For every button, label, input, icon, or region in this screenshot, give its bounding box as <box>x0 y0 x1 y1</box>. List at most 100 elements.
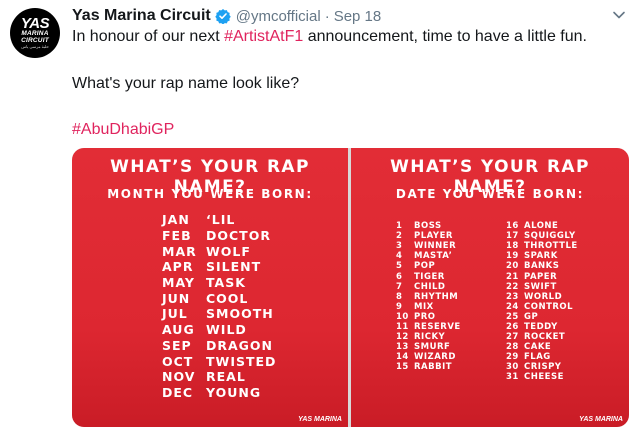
date-row-word: CHEESE <box>524 372 564 383</box>
date-row-word: RABBIT <box>414 362 453 373</box>
date-row-key: 26 <box>506 321 519 332</box>
date-row-key: 8 <box>396 291 403 302</box>
account-handle[interactable]: @ymcofficial <box>236 8 321 25</box>
date-row-word: FLAG <box>524 352 551 363</box>
date-row-key: 1 <box>396 221 403 232</box>
chevron-down-icon[interactable] <box>612 8 626 22</box>
date-row-word: BOSS <box>414 221 442 232</box>
date-row-key: 6 <box>396 271 403 282</box>
date-row-word: CAKE <box>524 342 552 353</box>
date-row-key: 15 <box>396 362 409 373</box>
month-row: APR SILENT <box>162 259 276 275</box>
month-row-word: ‘LIL <box>206 212 236 228</box>
month-row-word: WILD <box>206 322 247 338</box>
date-row-key: 21 <box>506 271 519 282</box>
date-row-key: 3 <box>396 241 403 252</box>
date-row-word: THROTTLE <box>524 241 578 252</box>
date-row-word: RICKY <box>414 332 446 343</box>
date-row: 4 MASTA’ <box>396 251 461 261</box>
date-row-key: 31 <box>506 372 519 383</box>
date-row: 5 POP <box>396 261 461 271</box>
avatar[interactable]: YAS MARINA CIRCUIT حلبة مرسى ياس <box>10 8 60 58</box>
date-row-word: SPARK <box>524 251 558 262</box>
date-row: 31 CHEESE <box>506 372 578 382</box>
date-row: 27 ROCKET <box>506 332 578 342</box>
date-row: 2 PLAYER <box>396 231 461 241</box>
month-row-key: AUG <box>162 322 195 338</box>
media-image-month[interactable]: WHAT’S YOUR RAP NAME? MONTH YOU WERE BOR… <box>72 148 348 427</box>
date-row-word: CONTROL <box>524 301 574 312</box>
date-row: 20 BANKS <box>506 261 578 271</box>
month-row-word: WOLF <box>206 243 251 259</box>
date-row-key: 17 <box>506 231 519 242</box>
date-row-key: 9 <box>396 301 403 312</box>
tweet-media: WHAT’S YOUR RAP NAME? MONTH YOU WERE BOR… <box>72 148 629 427</box>
date-row-word: SWIFT <box>524 281 557 292</box>
month-row: DEC YOUNG <box>162 385 276 401</box>
date-row-key: 28 <box>506 342 519 353</box>
month-row-key: DEC <box>162 384 194 400</box>
date-row-key: 22 <box>506 281 519 292</box>
month-row: JAN ‘LIL <box>162 212 276 228</box>
date-row-word: GP <box>524 311 539 322</box>
tweet-text-line-3: #AbuDhabiGP <box>72 120 174 140</box>
corner-logo: YAS MARINA <box>298 416 342 423</box>
date-row-word: RESERVE <box>414 321 461 332</box>
date-row: 8 RHYTHM <box>396 292 461 302</box>
date-row-word: WINNER <box>414 241 457 252</box>
date-row-word: BANKS <box>524 261 560 272</box>
account-name[interactable]: Yas Marina Circuit <box>72 7 211 25</box>
month-list: JAN ‘LIL FEB DOCTOR MAR WOLF APR SILENT MAY TASK J… <box>162 212 276 400</box>
date-row: 10 PRO <box>396 312 461 322</box>
month-row: FEB DOCTOR <box>162 228 276 244</box>
date-row-key: 30 <box>506 362 519 373</box>
month-row: SEP DRAGON <box>162 338 276 354</box>
separator-dot: · <box>324 7 330 25</box>
month-row-key: NOV <box>162 369 196 385</box>
date-row: 16 ALONE <box>506 221 578 231</box>
date-row: 3 WINNER <box>396 241 461 251</box>
month-row: OCT TWISTED <box>162 353 276 369</box>
month-row-word: REAL <box>206 369 246 385</box>
tweet-text-suffix: announcement, time to have a little fun. <box>303 28 587 45</box>
month-row-key: FEB <box>162 228 192 244</box>
date-row-word: PAPER <box>524 271 558 282</box>
month-row-word: SMOOTH <box>206 306 274 322</box>
tweet-date[interactable]: Sep 18 <box>334 8 382 25</box>
date-panel-subtitle: DATE YOU WERE BORN: <box>395 187 585 201</box>
date-row: 15 RABBIT <box>396 362 461 372</box>
date-row: 1 BOSS <box>396 221 461 231</box>
date-row-key: 18 <box>506 241 519 252</box>
month-row-key: OCT <box>162 353 194 369</box>
tweet-text-line-1: In honour of our next #ArtistAtF1 announ… <box>72 27 587 47</box>
date-row: 17 SQUIGGLY <box>506 231 578 241</box>
date-row-word: MASTA’ <box>414 251 453 262</box>
date-row-key: 29 <box>506 352 519 363</box>
month-panel-subtitle: MONTH YOU WERE BORN: <box>107 187 313 201</box>
date-row-word: CRISPY <box>524 362 562 373</box>
date-row-word: ROCKET <box>524 332 566 343</box>
date-row-word: TEDDY <box>524 321 558 332</box>
date-row-word: WORLD <box>524 291 563 302</box>
date-row-key: 12 <box>396 332 409 343</box>
date-row: 13 SMURF <box>396 342 461 352</box>
month-row-key: MAY <box>162 275 195 291</box>
month-row-word: DRAGON <box>206 337 274 353</box>
date-row-key: 25 <box>506 311 519 322</box>
date-row: 12 RICKY <box>396 332 461 342</box>
month-row: JUL SMOOTH <box>162 306 276 322</box>
date-row: 11 RESERVE <box>396 322 461 332</box>
date-row-word: PRO <box>414 311 436 322</box>
month-row-key: JUN <box>162 290 191 306</box>
date-list-col-1: 1 BOSS 2 PLAYER 3 WINNER 4 MASTA’ 5 POP 6 TIGER 7 CHI… <box>396 221 461 372</box>
date-row: 24 CONTROL <box>506 302 578 312</box>
date-row: 23 WORLD <box>506 292 578 302</box>
hashtag-abudhabigp-link[interactable]: #AbuDhabiGP <box>72 121 174 138</box>
corner-logo: YAS MARINA <box>579 416 623 423</box>
media-image-date[interactable]: WHAT’S YOUR RAP NAME? DATE YOU WERE BORN… <box>351 148 629 427</box>
hashtag-artistatf1-link[interactable]: #ArtistAtF1 <box>224 28 303 45</box>
date-row: 18 THROTTLE <box>506 241 578 251</box>
corner-logo-text: YAS MARINA <box>579 416 623 423</box>
month-row-word: TWISTED <box>206 353 277 369</box>
date-row-key: 20 <box>506 261 519 272</box>
